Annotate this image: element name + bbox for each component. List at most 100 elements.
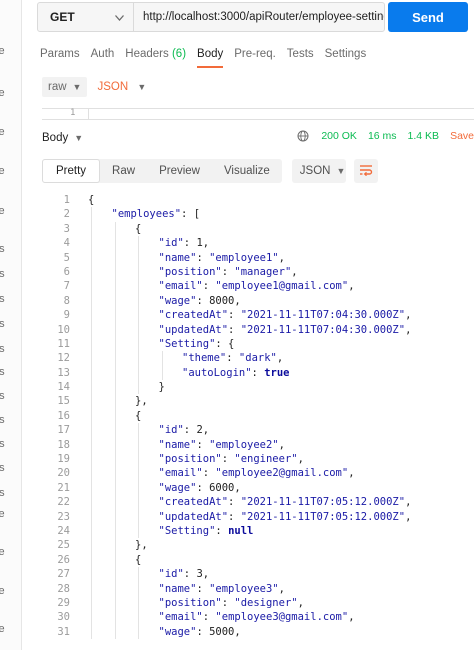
response-body-viewer[interactable]: 1{2 "employees": [3{4 "id": 1, 5 "name": "em… bbox=[44, 193, 474, 640]
code-line: 24 "Setting": null bbox=[44, 523, 474, 539]
code-text: "updatedAt": "2021-11-11T07:05:12.000Z", bbox=[159, 510, 412, 524]
indent-guide bbox=[161, 351, 163, 366]
sidebar-item[interactable]: gs bbox=[0, 366, 21, 378]
code-text: "name": "employee3", bbox=[159, 582, 285, 596]
sidebar-item[interactable]: gs bbox=[0, 293, 21, 305]
sidebar-item[interactable]: gs bbox=[0, 414, 21, 426]
body-format-select[interactable]: JSON ▼ bbox=[97, 81, 146, 93]
url-input[interactable]: http://localhost:3000/apiRouter/employee… bbox=[134, 3, 384, 31]
json-punctuation: } bbox=[158, 381, 165, 394]
response-size[interactable]: 1.4 KB bbox=[408, 130, 440, 142]
tab-label: Tests bbox=[286, 48, 314, 60]
indent-guide bbox=[114, 423, 116, 438]
request-body-editor[interactable]: 1 bbox=[42, 108, 474, 120]
json-number: 5000 bbox=[209, 625, 235, 638]
response-time[interactable]: 16 ms bbox=[368, 130, 397, 142]
response-format-select[interactable]: JSON ▼ bbox=[291, 159, 346, 183]
line-number: 19 bbox=[57, 453, 70, 466]
sidebar-item[interactable]: ye bbox=[0, 205, 21, 217]
code-line: 13 "autoLogin": true bbox=[44, 365, 474, 381]
json-string: "manager" bbox=[234, 265, 292, 278]
view-tab-raw[interactable]: Raw bbox=[100, 159, 147, 183]
line-number: 11 bbox=[57, 337, 70, 350]
sidebar-item[interactable]: gs bbox=[0, 438, 21, 450]
sidebar-item[interactable]: gs bbox=[0, 343, 21, 355]
sidebar-item[interactable]: ye bbox=[0, 165, 21, 177]
json-punctuation: : bbox=[196, 438, 210, 451]
indent-guide bbox=[138, 322, 139, 337]
tab-label: Settings bbox=[324, 48, 367, 60]
code-text: "Setting": { bbox=[159, 337, 235, 351]
indent-guide bbox=[138, 567, 139, 582]
json-key: "wage" bbox=[158, 294, 197, 307]
sidebar-item[interactable]: gs bbox=[0, 487, 21, 499]
json-key: "Setting" bbox=[158, 337, 216, 350]
code-line: 17 "id": 2, bbox=[44, 423, 474, 438]
sidebar-item[interactable]: gs bbox=[0, 390, 21, 402]
tab-tests[interactable]: Tests bbox=[287, 46, 314, 68]
response-meta: 200 OK 16 ms 1.4 KB Save bbox=[297, 130, 474, 142]
json-string: "employee1" bbox=[209, 251, 279, 264]
sidebar-item[interactable]: ye bbox=[0, 45, 21, 57]
sidebar-item[interactable]: ye bbox=[0, 585, 21, 597]
response-body-select[interactable]: Body ▼ bbox=[42, 132, 83, 144]
line-number: 10 bbox=[57, 323, 70, 336]
indent-guide bbox=[114, 264, 116, 280]
indent-guide bbox=[114, 293, 116, 309]
tab-params[interactable]: Params bbox=[40, 46, 80, 68]
code-text: "email": "employee1@gmail.com", bbox=[159, 279, 355, 293]
sidebar-item[interactable]: gs bbox=[0, 462, 21, 474]
sidebar-item[interactable]: ye bbox=[0, 126, 21, 138]
indent-guide bbox=[114, 452, 116, 467]
code-line: 10 "updatedAt": "2021-11-11T07:04:30.000Z… bbox=[44, 322, 474, 337]
sidebar-item[interactable]: ye bbox=[0, 87, 21, 99]
code-line: 18 "name": "employee2", bbox=[44, 437, 474, 453]
tab-body[interactable]: Body bbox=[197, 46, 224, 68]
json-key: "updatedAt" bbox=[158, 510, 229, 523]
method-select[interactable]: GET bbox=[38, 3, 134, 31]
sidebar-item[interactable]: gs bbox=[0, 318, 21, 330]
sidebar-item[interactable]: gs bbox=[0, 243, 21, 255]
indent-guide bbox=[138, 293, 139, 309]
sidebar-item[interactable]: ye bbox=[0, 623, 21, 635]
sidebar-item[interactable]: gs bbox=[0, 268, 21, 280]
globe-icon[interactable] bbox=[297, 130, 309, 142]
indent-guide bbox=[91, 236, 92, 251]
json-key: "name" bbox=[158, 582, 197, 595]
response-format-label: JSON bbox=[299, 165, 331, 177]
json-punctuation: : [ bbox=[181, 208, 201, 221]
code-text: }, bbox=[135, 394, 148, 408]
code-text: "position": "manager", bbox=[159, 265, 298, 279]
sidebar-item[interactable]: ye bbox=[0, 546, 21, 558]
code-line: 21 "wage": 6000, bbox=[44, 480, 474, 496]
json-punctuation: : bbox=[183, 424, 197, 437]
view-tab-pretty[interactable]: Pretty bbox=[42, 159, 101, 183]
wrap-lines-button[interactable] bbox=[353, 159, 378, 183]
save-response-button[interactable]: Save bbox=[450, 130, 474, 142]
view-tab-visualize[interactable]: Visualize bbox=[212, 159, 282, 183]
tab-auth[interactable]: Auth bbox=[91, 46, 115, 68]
editor-gutter bbox=[88, 109, 89, 119]
indent-guide bbox=[114, 250, 116, 265]
body-type-select[interactable]: raw ▼ bbox=[42, 77, 88, 97]
view-tab-preview[interactable]: Preview bbox=[147, 159, 212, 183]
json-punctuation: : { bbox=[215, 337, 235, 350]
indent-guide bbox=[114, 509, 116, 524]
json-punctuation: : bbox=[228, 309, 241, 322]
line-number: 26 bbox=[57, 553, 70, 566]
json-punctuation: , bbox=[405, 309, 412, 322]
indent-guide bbox=[138, 495, 139, 510]
tab-headers[interactable]: Headers (6) bbox=[125, 46, 186, 68]
send-button[interactable]: Send bbox=[388, 2, 468, 32]
json-punctuation: , bbox=[234, 625, 241, 638]
code-text: "createdAt": "2021-11-11T07:04:30.000Z", bbox=[159, 308, 412, 322]
status-badge[interactable]: 200 OK bbox=[321, 130, 357, 142]
line-number: 13 bbox=[57, 366, 70, 379]
body-type-label: raw bbox=[48, 81, 67, 93]
tab-pre-req[interactable]: Pre-req. bbox=[234, 46, 276, 68]
sidebar-item[interactable]: ye bbox=[0, 508, 21, 520]
tab-settings[interactable]: Settings bbox=[325, 46, 367, 68]
line-number: 1 bbox=[70, 108, 76, 118]
json-punctuation: : bbox=[226, 352, 239, 365]
json-string: "employee2" bbox=[209, 438, 279, 451]
